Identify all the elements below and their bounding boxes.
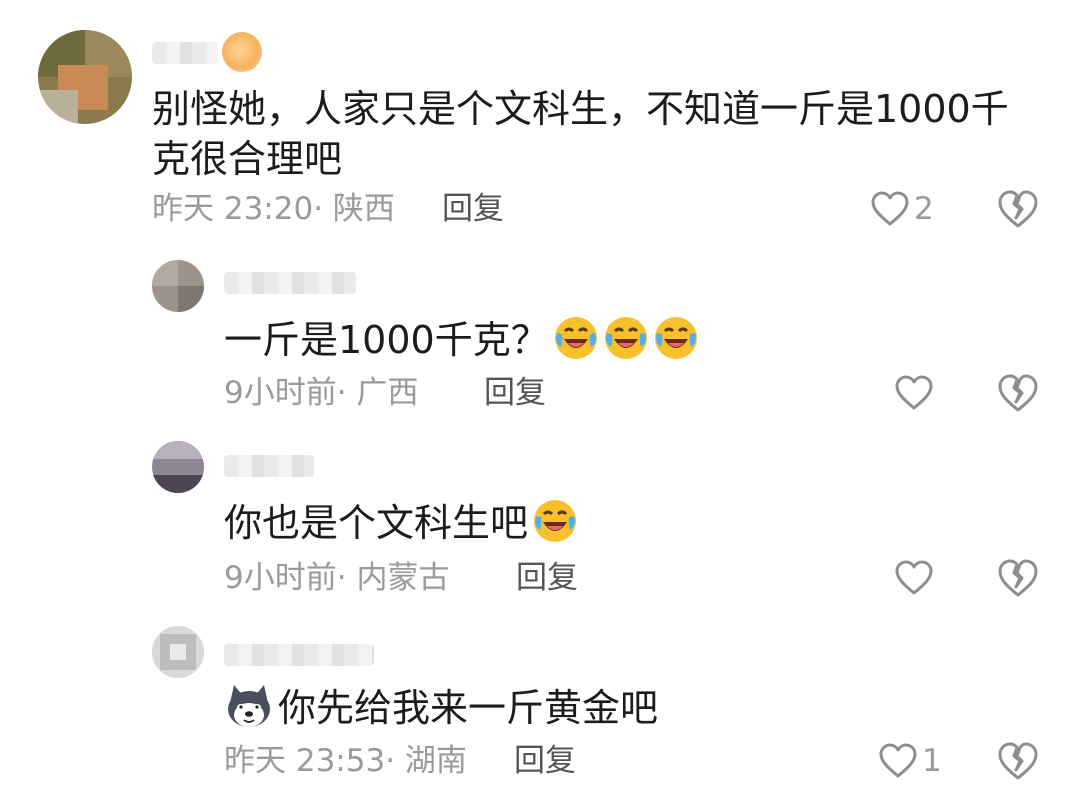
- timestamp: 昨天 23:20: [152, 191, 314, 227]
- broken-heart-icon: [998, 559, 1038, 597]
- comment-meta: 9小时前· 广西: [224, 373, 418, 413]
- comment-meta: 9小时前· 内蒙古: [224, 558, 449, 598]
- broken-heart-icon: [998, 742, 1038, 780]
- reply-comment: 你也是个文科生吧 9小时前· 内蒙古 回复: [0, 435, 1080, 620]
- laughing-crying-emoji-icon: [534, 500, 577, 542]
- avatar[interactable]: [152, 441, 204, 493]
- like-button[interactable]: 2: [870, 187, 934, 231]
- timestamp: 昨天 23:53: [224, 743, 386, 779]
- dislike-button[interactable]: [996, 187, 1040, 231]
- laughing-crying-emoji-icon: [654, 317, 697, 359]
- reply-button[interactable]: 回复: [516, 558, 578, 598]
- dislike-button[interactable]: [996, 556, 1040, 600]
- laughing-crying-emoji-icon: [604, 317, 647, 359]
- username-blurred[interactable]: [224, 455, 314, 477]
- reply-comment: 一斤是1000千克？ 9小时前· 广西 回复: [0, 250, 1080, 435]
- comment-text: 你也是个文科生吧: [224, 498, 578, 548]
- comment-text: 你先给我来一斤黄金吧: [224, 683, 658, 733]
- avatar[interactable]: [152, 626, 204, 678]
- like-button[interactable]: 1: [878, 739, 942, 783]
- comment-text: 一斤是1000千克？: [224, 315, 699, 365]
- dislike-button[interactable]: [996, 371, 1040, 415]
- timestamp: 9小时前: [224, 560, 337, 596]
- username-blurred[interactable]: [224, 272, 356, 294]
- avatar[interactable]: [152, 260, 204, 312]
- husky-dog-emoji-icon: [228, 685, 270, 727]
- like-count: 2: [914, 191, 934, 227]
- like-button[interactable]: [894, 556, 934, 600]
- heart-outline-icon: [879, 743, 917, 778]
- timestamp: 9小时前: [224, 375, 337, 411]
- like-count: 1: [922, 743, 942, 779]
- username-blurred[interactable]: [152, 42, 218, 64]
- comment-text-line2: 克很合理吧: [152, 137, 343, 181]
- like-button[interactable]: [894, 371, 934, 415]
- broken-heart-icon: [998, 190, 1038, 228]
- comment-meta: 昨天 23:53· 湖南: [224, 741, 467, 781]
- avatar[interactable]: [38, 30, 132, 124]
- location: · 内蒙古: [336, 560, 450, 596]
- location: · 陕西: [313, 191, 395, 227]
- dislike-button[interactable]: [996, 739, 1040, 783]
- heart-outline-icon: [871, 191, 909, 226]
- heart-outline-icon: [895, 375, 933, 410]
- reply-comment: 你先给我来一斤黄金吧 昨天 23:53· 湖南 回复 1: [0, 620, 1080, 802]
- location: · 湖南: [385, 743, 467, 779]
- comment-text: 别怪她，人家只是个文科生，不知道一斤是1000千: [152, 87, 1009, 131]
- comment-meta: 昨天 23:20· 陕西: [152, 189, 395, 229]
- username-blurred[interactable]: [224, 644, 374, 666]
- comment-top: 别怪她，人家只是个文科生，不知道一斤是1000千 克很合理吧 昨天 23:20·…: [0, 0, 1080, 250]
- location: · 广西: [336, 375, 419, 411]
- reply-button[interactable]: 回复: [484, 373, 546, 413]
- laughing-crying-emoji-icon: [554, 317, 597, 359]
- level-badge: [222, 32, 262, 72]
- broken-heart-icon: [998, 374, 1038, 412]
- reply-button[interactable]: 回复: [514, 741, 576, 781]
- reply-button[interactable]: 回复: [442, 189, 504, 229]
- heart-outline-icon: [895, 560, 933, 595]
